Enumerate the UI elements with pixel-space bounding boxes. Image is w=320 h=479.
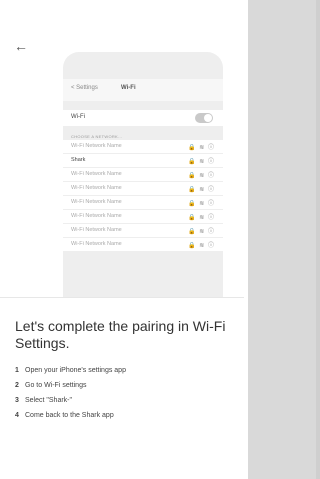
network-icons: 🔒 ≋ ⓘ <box>188 215 215 221</box>
instruction-step: 4 Come back to the Shark app <box>15 408 235 423</box>
network-name: Wi-Fi Network Name <box>71 227 122 233</box>
phone-wifi-toggle <box>195 113 213 123</box>
network-row: Wi-Fi Network Name 🔒 ≋ ⓘ <box>63 196 223 210</box>
phone-wifi-label: Wi-Fi <box>71 114 85 120</box>
instruction-step: 1 Open your iPhone's settings app <box>15 363 235 378</box>
step-number: 4 <box>15 412 19 419</box>
instruction-step: 2 Go to Wi-Fi settings <box>15 378 235 393</box>
network-name: Wi-Fi Network Name <box>71 241 122 247</box>
network-name: Shark <box>71 157 86 163</box>
section-divider <box>0 297 244 298</box>
network-name: Wi-Fi Network Name <box>71 199 122 205</box>
instruction-step: 3 Select "Shark-" <box>15 393 235 408</box>
back-arrow-icon[interactable]: ← <box>14 38 28 54</box>
network-row: Wi-Fi Network Name 🔒 ≋ ⓘ <box>63 140 223 154</box>
step-text: Come back to the Shark app <box>25 412 114 419</box>
network-name: Wi-Fi Network Name <box>71 143 122 149</box>
network-row-shark: Shark 🔒 ≋ ⓘ <box>63 154 223 168</box>
network-row: Wi-Fi Network Name 🔒 ≋ ⓘ <box>63 168 223 182</box>
network-icons: 🔒 ≋ ⓘ <box>188 145 215 151</box>
step-number: 1 <box>15 367 19 374</box>
network-icons: 🔒 ≋ ⓘ <box>188 229 215 235</box>
window-edge <box>316 0 320 479</box>
pairing-screen: ← < Settings Wi-Fi Wi-Fi CHOOSE A NETWOR… <box>0 0 248 479</box>
phone-illustration: < Settings Wi-Fi Wi-Fi CHOOSE A NETWORK.… <box>63 52 223 297</box>
network-row: Wi-Fi Network Name 🔒 ≋ ⓘ <box>63 224 223 238</box>
step-text: Select "Shark-" <box>25 397 72 404</box>
network-name: Wi-Fi Network Name <box>71 213 122 219</box>
network-icons: 🔒 ≋ ⓘ <box>188 173 215 179</box>
step-text: Open your iPhone's settings app <box>25 367 126 374</box>
phone-header-title: Wi-Fi <box>121 85 136 91</box>
phone-wifi-toggle-row: Wi-Fi <box>63 110 223 126</box>
network-icons: 🔒 ≋ ⓘ <box>188 243 215 249</box>
phone-header: < Settings Wi-Fi <box>63 79 223 101</box>
phone-network-section-label: CHOOSE A NETWORK... <box>71 134 123 139</box>
toggle-knob <box>204 114 212 122</box>
network-icons: 🔒 ≋ ⓘ <box>188 159 215 165</box>
step-number: 3 <box>15 397 19 404</box>
network-row: Wi-Fi Network Name 🔒 ≋ ⓘ <box>63 182 223 196</box>
instruction-steps: 1 Open your iPhone's settings app 2 Go to … <box>15 363 235 423</box>
network-row: Wi-Fi Network Name 🔒 ≋ ⓘ <box>63 238 223 252</box>
step-text: Go to Wi-Fi settings <box>25 382 87 389</box>
instructions-heading: Let's complete the pairing in Wi-Fi Sett… <box>15 318 226 351</box>
network-icons: 🔒 ≋ ⓘ <box>188 187 215 193</box>
phone-settings-back-link: < Settings <box>71 85 98 91</box>
phone-network-list: Wi-Fi Network Name 🔒 ≋ ⓘ Shark 🔒 ≋ ⓘ Wi-Fi… <box>63 140 223 252</box>
network-icons: 🔒 ≋ ⓘ <box>188 201 215 207</box>
network-name: Wi-Fi Network Name <box>71 171 122 177</box>
step-number: 2 <box>15 382 19 389</box>
network-row: Wi-Fi Network Name 🔒 ≋ ⓘ <box>63 210 223 224</box>
network-name: Wi-Fi Network Name <box>71 185 122 191</box>
